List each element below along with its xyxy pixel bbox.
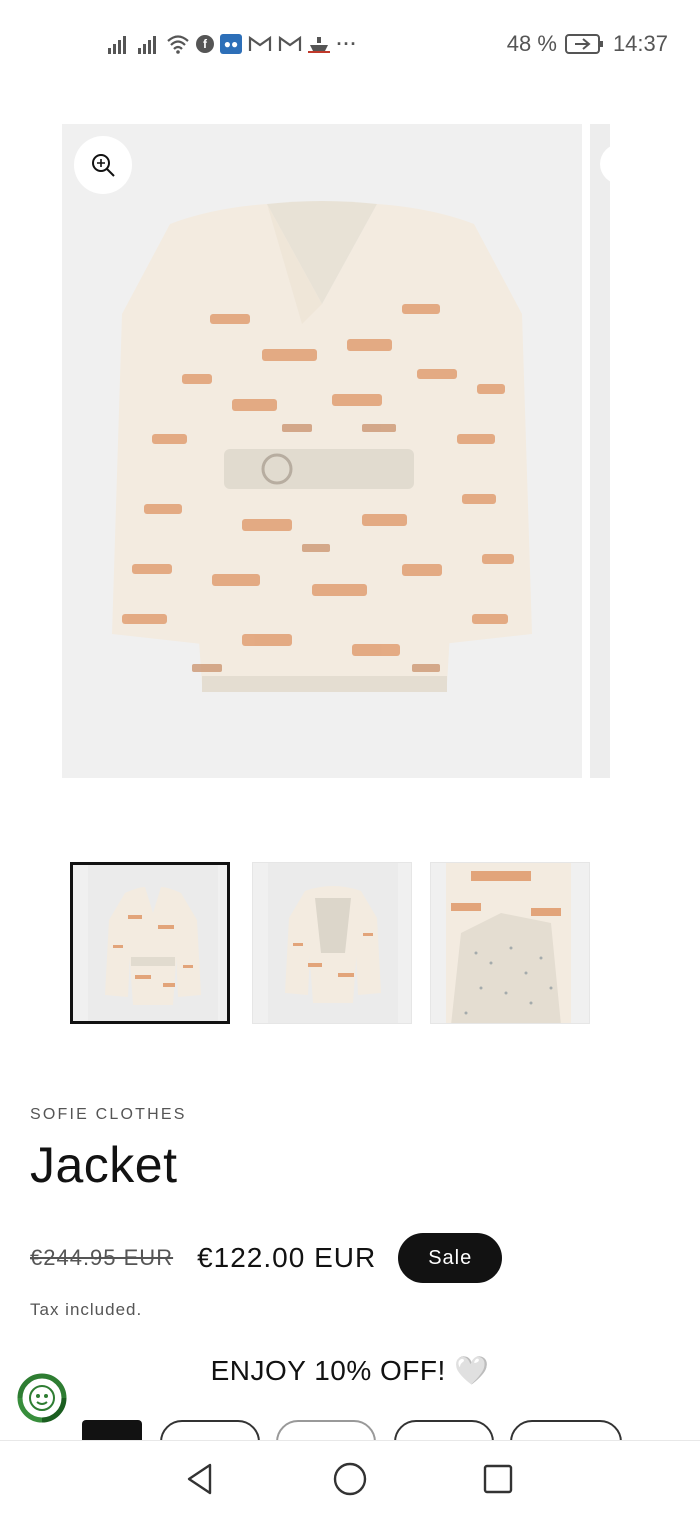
home-icon [333,1462,367,1496]
variant-option[interactable] [510,1420,622,1442]
back-button[interactable] [180,1459,220,1499]
notification-icons: f ●● ··· [106,30,358,58]
variant-option[interactable] [276,1420,376,1442]
promo-text: ENJOY 10% OFF! [210,1355,446,1386]
promo-banner[interactable]: ENJOY 10% OFF! 🤍 [0,1354,700,1387]
product-vendor: SOFIE CLOTHES [30,1106,187,1123]
facebook-icon: f [196,35,214,53]
sale-badge: Sale [398,1233,503,1283]
zoom-button[interactable] [74,136,132,194]
status-bar: f ●● ··· 48 % 14:37 [0,0,700,88]
tax-note: Tax included. [30,1300,143,1319]
variant-option[interactable] [160,1420,260,1442]
jacket-image [112,201,532,692]
ship-icon [308,37,330,53]
thumbnail-front[interactable] [70,862,230,1024]
recents-icon [483,1464,513,1494]
system-indicators: 48 % 14:37 [507,30,668,58]
product-image-main[interactable] [62,124,582,778]
zoom-button-next [600,144,610,184]
more-notifications-icon: ··· [336,33,358,54]
signal-icon [108,36,126,54]
thumbnail-image [88,865,218,1021]
battery-percent: 48 % [506,31,557,56]
thumbnail-detail[interactable] [430,862,590,1024]
heart-emoji: 🤍 [454,1355,490,1386]
regular-price: €244.95 EUR [30,1245,174,1270]
next-image-peek[interactable] [590,124,610,778]
wifi-icon [167,35,189,54]
home-button[interactable] [330,1459,370,1499]
eco-badge-icon[interactable] [16,1372,68,1424]
product-title: Jacket [30,1137,178,1193]
gmail-icon [278,35,302,51]
back-icon [187,1463,212,1495]
signal-icon [138,36,156,54]
gmail-icon [248,35,272,51]
thumbnail-image [446,863,571,1023]
sale-price: €122.00 EUR [197,1242,377,1273]
recents-button[interactable] [478,1459,518,1499]
thumbnail-back[interactable] [252,862,412,1024]
zoom-in-icon [92,154,115,177]
price-row: €244.95 EUR €122.00 EUR Sale [30,1232,503,1284]
wechat-icon: ●● [220,34,242,54]
system-nav-bar [0,1440,700,1518]
battery-icon [564,34,603,54]
clock: 14:37 [612,31,668,56]
thumbnail-image [268,863,398,1023]
variant-option[interactable] [394,1420,494,1442]
variant-selector [0,1418,700,1442]
variant-option-selected[interactable] [82,1420,142,1442]
thumbnail-list [70,862,590,1024]
